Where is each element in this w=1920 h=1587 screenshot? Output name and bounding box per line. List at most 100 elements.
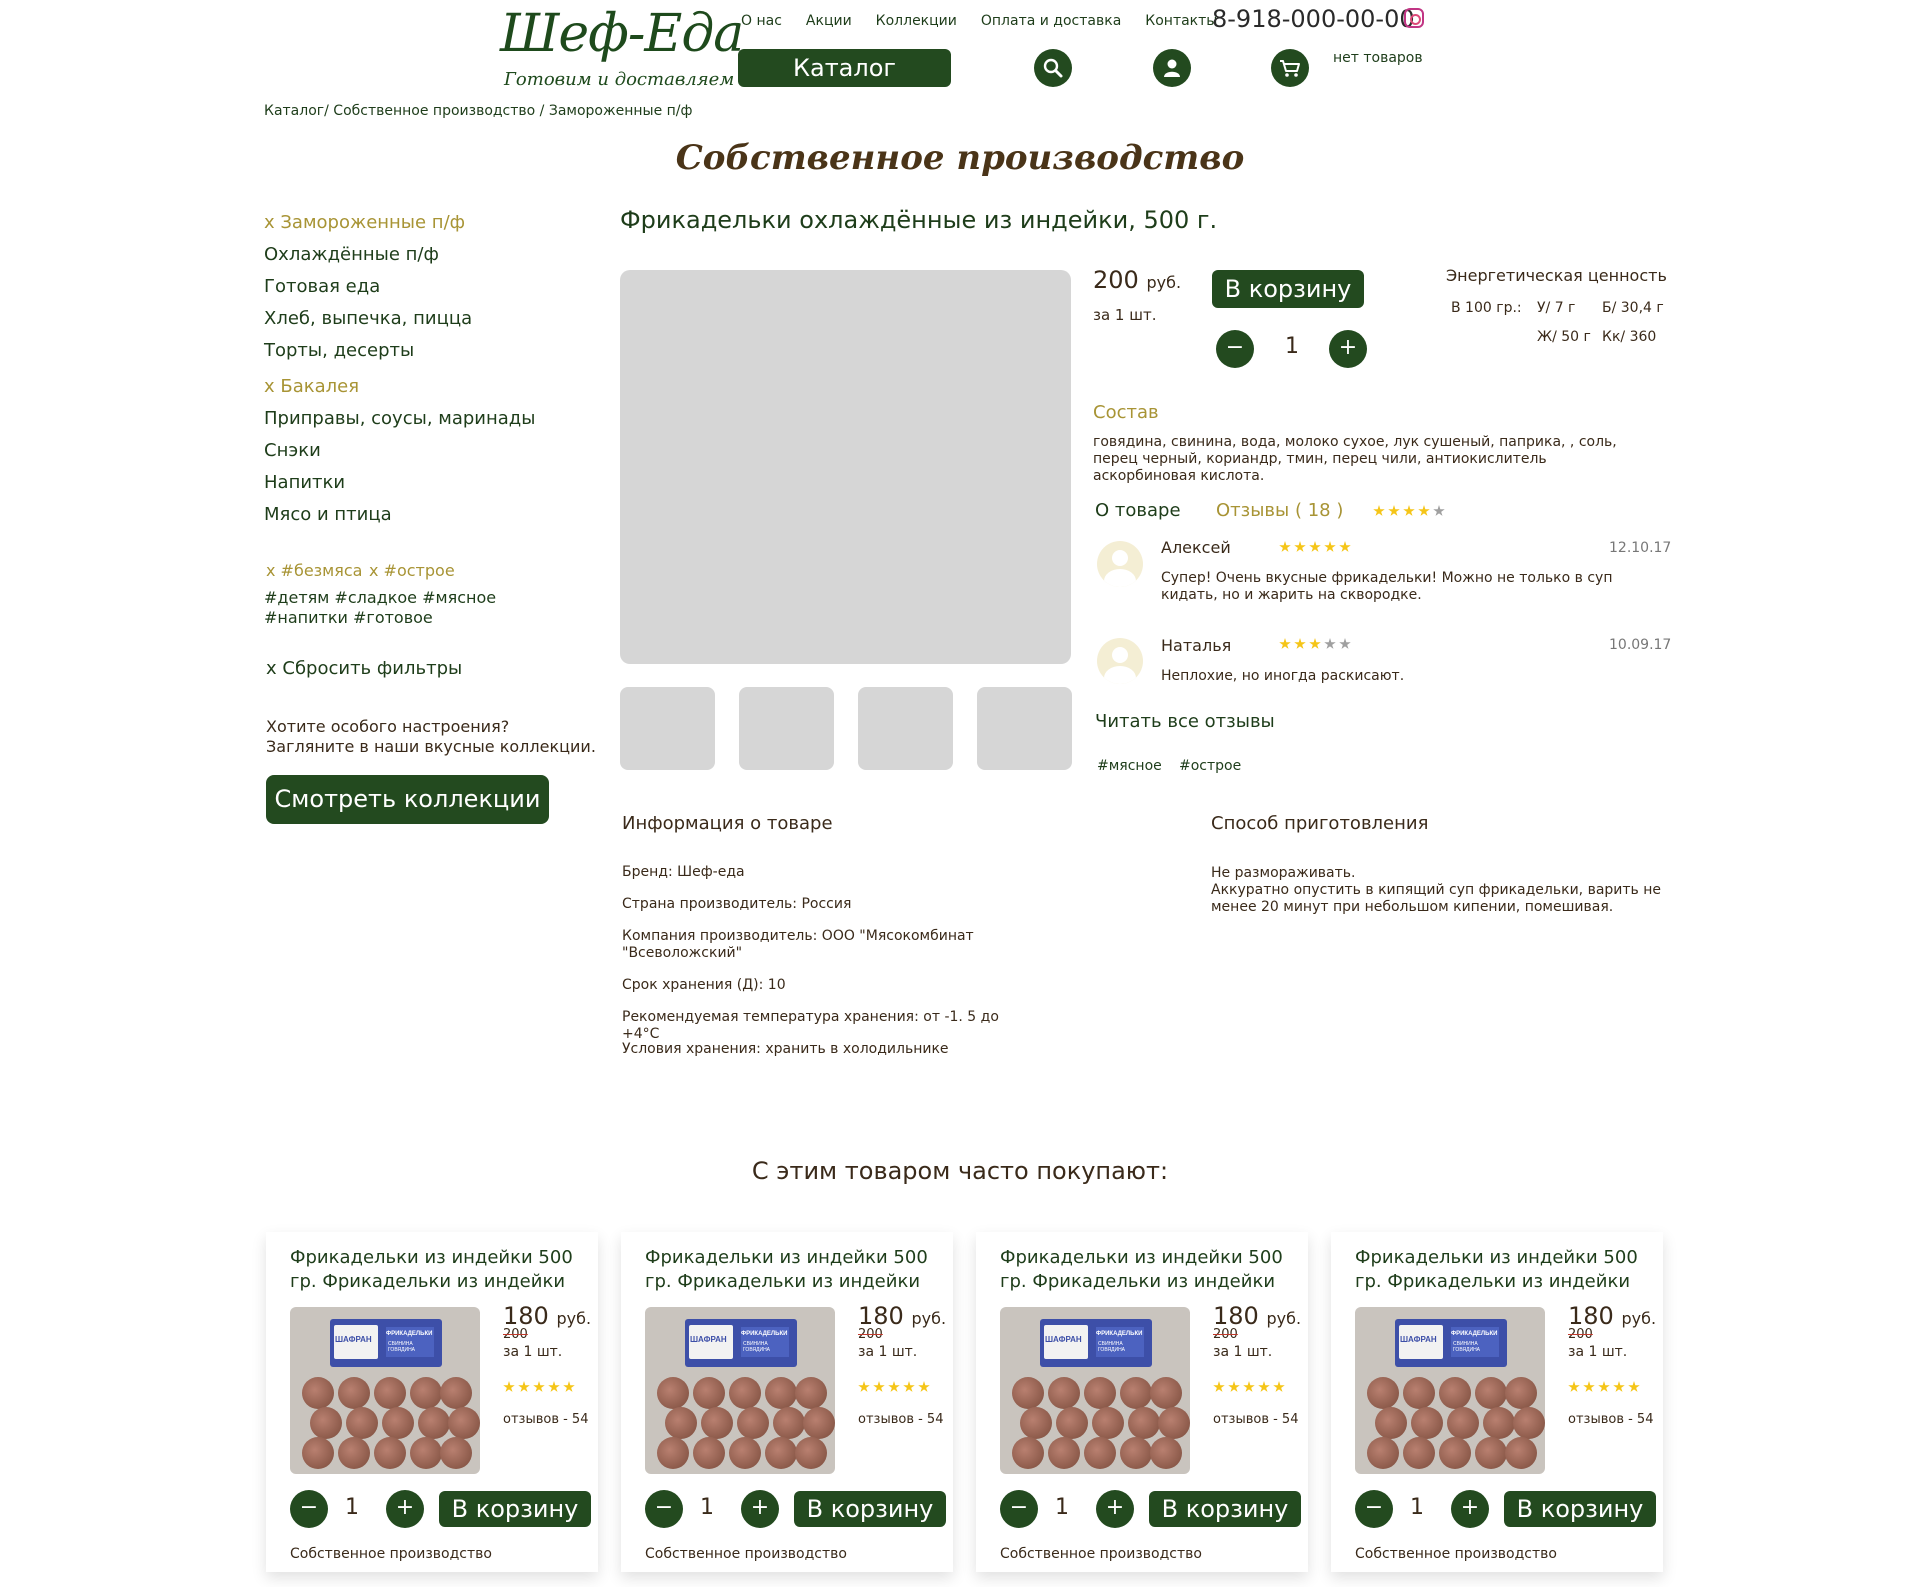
card-per-unit: за 1 шт. — [1568, 1344, 1628, 1360]
star-icon — [1568, 1381, 1580, 1392]
card-reviews-count[interactable]: отзывов - 54 — [858, 1412, 943, 1427]
cart-status[interactable]: нет товаров — [1333, 50, 1423, 66]
product-card[interactable]: Фрикадельки из индейки 500 гр. Фрикадель… — [621, 1232, 953, 1572]
product-thumbnail[interactable] — [977, 687, 1072, 770]
info-brand: Бренд: Шеф-еда — [622, 864, 745, 880]
quantity-plus-button[interactable]: + — [1096, 1490, 1134, 1528]
product-thumbnail[interactable] — [858, 687, 953, 770]
quantity-value[interactable]: 1 — [1274, 334, 1310, 359]
user-icon[interactable] — [1153, 49, 1191, 87]
card-image[interactable]: ШАФРАН ФРИКАДЕЛЬКИ СВИНИНА ГОВЯДИНА — [645, 1307, 835, 1474]
product-thumbnail[interactable] — [620, 687, 715, 770]
card-reviews-count[interactable]: отзывов - 54 — [1213, 1412, 1298, 1427]
sidebar-item-frozen[interactable]: x Замороженные п/ф — [264, 212, 465, 233]
quantity-value[interactable]: 1 — [1044, 1495, 1080, 1520]
sidebar-item-chilled[interactable]: Охлаждённые п/ф — [264, 244, 439, 265]
add-to-cart-button[interactable]: В корзину — [1149, 1491, 1301, 1527]
product-thumbnail[interactable] — [739, 687, 834, 770]
sidebar-item-sauces[interactable]: Приправы, соусы, маринады — [264, 408, 535, 429]
sidebar-item-bakery[interactable]: Хлеб, выпечка, пицца — [264, 308, 472, 329]
product-tag[interactable]: #мясное — [1097, 758, 1162, 774]
nav-collections[interactable]: Коллекции — [876, 13, 957, 29]
card-price: 180 руб. — [1568, 1302, 1656, 1330]
tab-about[interactable]: О товаре — [1095, 500, 1181, 521]
nav-promo[interactable]: Акции — [806, 13, 852, 29]
card-price-value: 180 — [858, 1302, 904, 1330]
active-tag-spicy[interactable]: x #острое — [369, 561, 455, 580]
read-all-reviews-link[interactable]: Читать все отзывы — [1095, 711, 1275, 732]
energy-title: Энергетическая ценность — [1446, 266, 1667, 285]
sidebar-item-meat[interactable]: Мясо и птица — [264, 504, 392, 525]
card-reviews-count[interactable]: отзывов - 54 — [503, 1412, 588, 1427]
quantity-plus-button[interactable]: + — [741, 1490, 779, 1528]
card-image[interactable]: ШАФРАН ФРИКАДЕЛЬКИ СВИНИНА ГОВЯДИНА — [1355, 1307, 1545, 1474]
quantity-minus-button[interactable]: − — [645, 1490, 683, 1528]
nav-delivery[interactable]: Оплата и доставка — [981, 13, 1121, 29]
nav-about[interactable]: О нас — [741, 13, 782, 29]
quantity-plus-button[interactable]: + — [386, 1490, 424, 1528]
sidebar-item-desserts[interactable]: Торты, десерты — [264, 340, 414, 361]
product-card[interactable]: Фрикадельки из индейки 500 гр. Фрикадель… — [1331, 1232, 1663, 1572]
quantity-plus-button[interactable]: + — [1451, 1490, 1489, 1528]
quantity-minus-button[interactable]: − — [290, 1490, 328, 1528]
add-to-cart-button[interactable]: В корзину — [1504, 1491, 1656, 1527]
info-company: Компания производитель: ООО "Мясокомбина… — [622, 928, 974, 961]
card-title[interactable]: Фрикадельки из индейки 500 гр. Фрикадель… — [645, 1246, 935, 1294]
quantity-minus-button[interactable]: − — [1000, 1490, 1038, 1528]
nav-contacts[interactable]: Контакты — [1145, 13, 1217, 29]
cooking-line: Не размораживать. — [1211, 865, 1356, 881]
breadcrumb[interactable]: Каталог/ Собственное производство / Замо… — [264, 103, 692, 119]
product-tag[interactable]: #острое — [1179, 758, 1241, 774]
add-to-cart-button[interactable]: В корзину — [439, 1491, 591, 1527]
tag-list[interactable]: #детям #сладкое #мясное #напитки #готово… — [264, 588, 584, 628]
active-tag-meatless[interactable]: x #безмяса — [266, 561, 362, 580]
cart-icon[interactable] — [1271, 49, 1309, 87]
product-card[interactable]: Фрикадельки из индейки 500 гр. Фрикадель… — [976, 1232, 1308, 1572]
product-card[interactable]: Фрикадельки из индейки 500 гр. Фрикадель… — [266, 1232, 598, 1572]
quantity-value[interactable]: 1 — [1399, 1495, 1435, 1520]
sidebar-item-drinks[interactable]: Напитки — [264, 472, 345, 493]
star-icon — [1309, 638, 1321, 649]
logo-title[interactable]: Шеф-Еда — [500, 4, 744, 64]
phone-number[interactable]: 8-918-000-00-00 — [1212, 5, 1415, 33]
card-rating — [1568, 1381, 1640, 1393]
quantity-minus-button[interactable]: − — [1355, 1490, 1393, 1528]
sidebar-item-grocery[interactable]: x Бакалея — [264, 376, 359, 397]
quantity-value[interactable]: 1 — [689, 1495, 725, 1520]
instagram-icon[interactable] — [1404, 8, 1424, 28]
add-to-cart-button[interactable]: В корзину — [794, 1491, 946, 1527]
search-icon[interactable] — [1034, 49, 1072, 87]
product-main-image[interactable] — [620, 270, 1071, 664]
card-category[interactable]: Собственное производство — [1355, 1546, 1557, 1562]
reset-filters-button[interactable]: x Сбросить фильтры — [266, 658, 462, 679]
package-brand: ШАФРАН — [690, 1335, 727, 1344]
info-shelf-life: Срок хранения (Д): 10 — [622, 977, 786, 993]
tab-reviews[interactable]: Отзывы ( 18 ) — [1216, 500, 1343, 521]
view-collections-button[interactable]: Смотреть коллекции — [266, 775, 549, 824]
card-category[interactable]: Собственное производство — [290, 1546, 492, 1562]
card-title[interactable]: Фрикадельки из индейки 500 гр. Фрикадель… — [290, 1246, 580, 1294]
card-price-value: 180 — [503, 1302, 549, 1330]
card-category[interactable]: Собственное производство — [1000, 1546, 1202, 1562]
promo-text: Хотите особого настроения? Загляните в н… — [266, 717, 596, 756]
card-image[interactable]: ШАФРАН ФРИКАДЕЛЬКИ СВИНИНА ГОВЯДИНА — [1000, 1307, 1190, 1474]
star-icon — [888, 1381, 900, 1392]
catalog-button[interactable]: Каталог — [738, 49, 951, 87]
star-icon — [1213, 1381, 1225, 1392]
star-icon — [1309, 541, 1321, 552]
star-icon — [1279, 541, 1291, 552]
package-name: ФРИКАДЕЛЬКИ — [741, 1331, 788, 1337]
quantity-plus-button[interactable]: + — [1329, 330, 1367, 368]
star-icon — [1403, 505, 1415, 516]
sidebar-item-ready-food[interactable]: Готовая еда — [264, 276, 380, 297]
add-to-cart-button[interactable]: В корзину — [1212, 270, 1364, 308]
card-category[interactable]: Собственное производство — [645, 1546, 847, 1562]
quantity-value[interactable]: 1 — [334, 1495, 370, 1520]
card-image[interactable]: ШАФРАН ФРИКАДЕЛЬКИ СВИНИНА ГОВЯДИНА — [290, 1307, 480, 1474]
sidebar-item-snacks[interactable]: Снэки — [264, 440, 321, 461]
card-reviews-count[interactable]: отзывов - 54 — [1568, 1412, 1653, 1427]
card-title[interactable]: Фрикадельки из индейки 500 гр. Фрикадель… — [1355, 1246, 1645, 1294]
energy-fat: Ж/ 50 г — [1537, 329, 1591, 345]
card-title[interactable]: Фрикадельки из индейки 500 гр. Фрикадель… — [1000, 1246, 1290, 1294]
quantity-minus-button[interactable]: − — [1216, 330, 1254, 368]
